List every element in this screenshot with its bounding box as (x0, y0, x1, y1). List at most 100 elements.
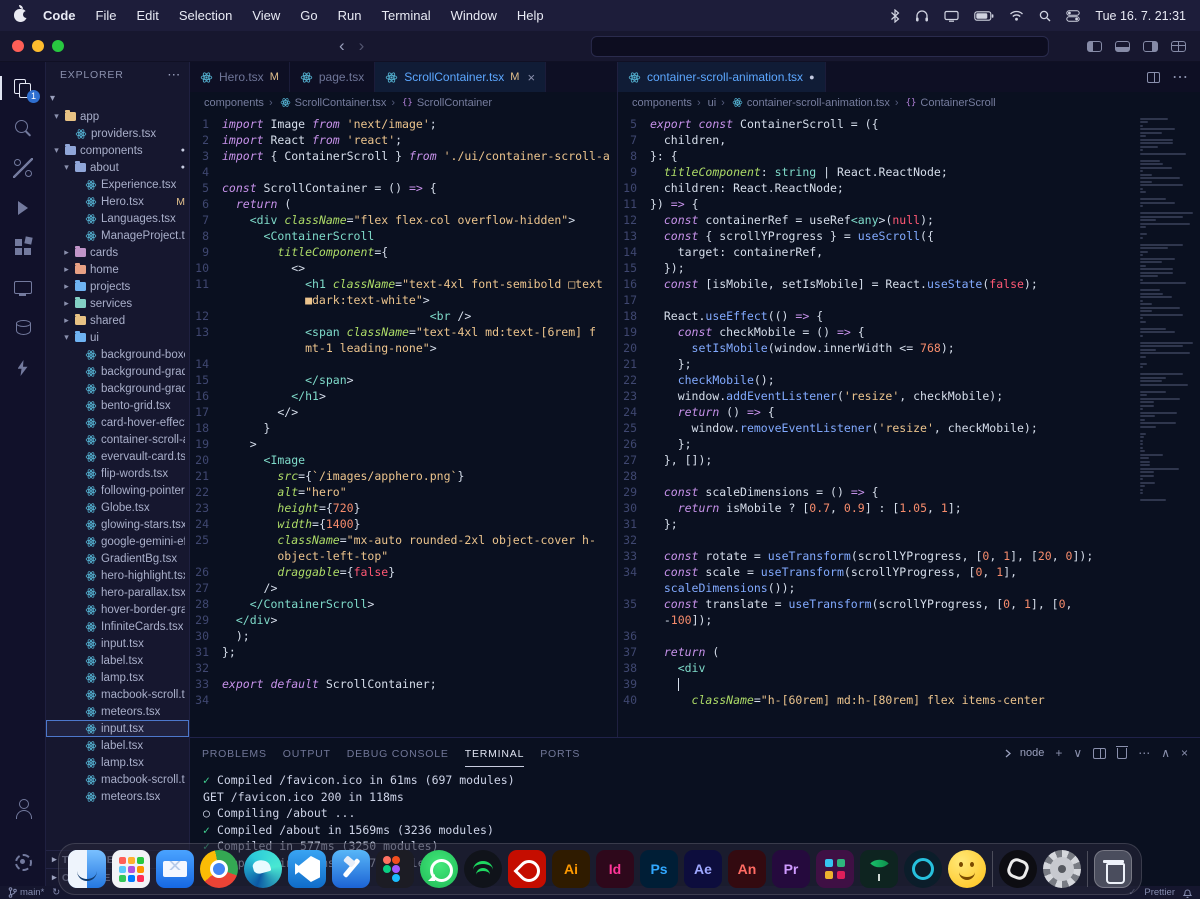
file-flip-words.tsx[interactable]: flip-words.tsx (46, 465, 189, 482)
trash-icon[interactable] (1094, 850, 1132, 888)
menu-run[interactable]: Run (328, 0, 372, 31)
editor-left[interactable]: 1 import Image from 'next/image'; 2 impo… (190, 113, 617, 737)
customize-layout-icon[interactable] (1171, 41, 1186, 52)
new-terminal-icon[interactable]: + (1055, 746, 1062, 760)
file-meteors.tsx[interactable]: meteors.tsx (46, 788, 189, 805)
file-providers.tsx[interactable]: providers.tsx (46, 125, 189, 142)
toggle-panel-icon[interactable] (1115, 41, 1130, 52)
explorer-icon[interactable]: 1 (0, 68, 45, 108)
spotify-icon[interactable] (464, 850, 502, 888)
file-card-hover-effect...[interactable]: card-hover-effect... (46, 414, 189, 431)
settings-icon[interactable] (1043, 850, 1081, 888)
animate-icon[interactable]: An (728, 850, 766, 888)
editor-right[interactable]: 5 export const ContainerScroll = ({ 7 ch… (618, 113, 1200, 737)
mail-icon[interactable] (156, 850, 194, 888)
xcode-icon[interactable] (332, 850, 370, 888)
menu-file[interactable]: File (86, 0, 127, 31)
zoom-window-button[interactable] (52, 40, 64, 52)
after-effects-icon[interactable]: Ae (684, 850, 722, 888)
file-meteors.tsx[interactable]: meteors.tsx (46, 703, 189, 720)
file-hero-parallax.tsx[interactable]: hero-parallax.tsx (46, 584, 189, 601)
file-macbook-scroll.tsx[interactable]: macbook-scroll.tsx (46, 771, 189, 788)
sync-changes-icon[interactable]: ↻ (52, 887, 60, 898)
menu-code[interactable]: Code (33, 0, 86, 31)
tab-Hero.tsx[interactable]: Hero.tsx M (190, 62, 290, 92)
toggle-primary-sidebar-icon[interactable] (1087, 41, 1102, 52)
menu-clock[interactable]: Tue 16. 7. 21:31 (1095, 9, 1186, 23)
folder-cards[interactable]: ▸ cards (46, 244, 189, 261)
formatter-status[interactable]: Prettier (1144, 887, 1175, 898)
folder-components[interactable]: ▾ components ● (46, 142, 189, 159)
file-Hero.tsx[interactable]: Hero.tsx M (46, 193, 189, 210)
project-section-header[interactable]: ▾ (46, 88, 189, 108)
tab-page.tsx[interactable]: page.tsx (290, 62, 375, 92)
headphones-icon[interactable] (915, 9, 929, 22)
indesign-icon[interactable]: Id (596, 850, 634, 888)
close-panel-icon[interactable]: × (1181, 746, 1188, 760)
folder-projects[interactable]: ▸ projects (46, 278, 189, 295)
bluetooth-icon[interactable] (890, 9, 900, 23)
split-terminal-icon[interactable] (1093, 748, 1106, 759)
file-label.tsx[interactable]: label.tsx (46, 737, 189, 754)
split-editor-icon[interactable] (1147, 72, 1160, 83)
toggle-secondary-sidebar-icon[interactable] (1143, 41, 1158, 52)
display-mirroring-icon[interactable] (944, 10, 959, 22)
folder-shared[interactable]: ▸ shared (46, 312, 189, 329)
git-branch-item[interactable]: main* (8, 887, 44, 898)
file-lamp.tsx[interactable]: lamp.tsx (46, 754, 189, 771)
file-input.tsx[interactable]: input.tsx (46, 635, 189, 652)
forward-button[interactable]: › (352, 32, 372, 60)
folder-ui[interactable]: ▾ ui (46, 329, 189, 346)
notifications-bell-icon[interactable] (1183, 888, 1192, 898)
terminal-shell-label[interactable]: node (1005, 747, 1044, 759)
docker-icon[interactable] (904, 850, 942, 888)
menu-edit[interactable]: Edit (126, 0, 168, 31)
menu-view[interactable]: View (242, 0, 290, 31)
premiere-icon[interactable]: Pr (772, 850, 810, 888)
mongodb-icon[interactable] (860, 850, 898, 888)
spotlight-search-icon[interactable] (1039, 10, 1051, 22)
settings-icon[interactable] (0, 842, 45, 882)
panel-more-actions-icon[interactable]: ⋯ (1138, 746, 1150, 760)
photoshop-icon[interactable]: Ps (640, 850, 678, 888)
minimap[interactable] (1136, 116, 1198, 731)
folder-home[interactable]: ▸ home (46, 261, 189, 278)
folder-app[interactable]: ▾ app (46, 108, 189, 125)
breadcrumb-segment[interactable]: components (632, 97, 692, 109)
finder-icon[interactable] (68, 850, 106, 888)
file-Experience.tsx[interactable]: Experience.tsx (46, 176, 189, 193)
menu-window[interactable]: Window (441, 0, 507, 31)
file-glowing-stars.tsx[interactable]: glowing-stars.tsx (46, 516, 189, 533)
breadcrumb-segment[interactable]: › ui (694, 97, 716, 109)
file-macbook-scroll.tsx[interactable]: macbook-scroll.tsx (46, 686, 189, 703)
wifi-icon[interactable] (1009, 10, 1024, 21)
edge-icon[interactable] (244, 850, 282, 888)
battery-icon[interactable] (974, 11, 994, 21)
whatsapp-icon[interactable] (420, 850, 458, 888)
menu-selection[interactable]: Selection (169, 0, 242, 31)
file-following-pointer.tsx[interactable]: following-pointer.tsx (46, 482, 189, 499)
breadcrumb-segment[interactable]: › ScrollContainer.tsx (266, 97, 386, 109)
tab-ScrollContainer.tsx[interactable]: ScrollContainer.tsx M × (375, 62, 546, 92)
breadcrumb-segment[interactable]: › {} ScrollContainer (388, 97, 492, 109)
apple-menu-icon[interactable] (14, 9, 27, 22)
vscode-icon[interactable] (288, 850, 326, 888)
control-center-icon[interactable] (1066, 10, 1080, 22)
breadcrumb-segment[interactable]: › container-scroll-animation.tsx (718, 97, 890, 109)
slack-icon[interactable] (816, 850, 854, 888)
file-GradientBg.tsx[interactable]: GradientBg.tsx (46, 550, 189, 567)
terminal-dropdown-icon[interactable]: ∨ (1073, 746, 1082, 760)
file-lamp.tsx[interactable]: lamp.tsx (46, 669, 189, 686)
tab-close-icon[interactable]: × (527, 70, 535, 85)
file-ManageProject.tsx[interactable]: ManageProject.tsx (46, 227, 189, 244)
menu-terminal[interactable]: Terminal (372, 0, 441, 31)
accounts-icon[interactable] (0, 788, 45, 828)
minimize-window-button[interactable] (32, 40, 44, 52)
kill-terminal-icon[interactable] (1117, 748, 1127, 759)
close-window-button[interactable] (12, 40, 24, 52)
file-google-gemini-eff...[interactable]: google-gemini-eff... (46, 533, 189, 550)
file-label.tsx[interactable]: label.tsx (46, 652, 189, 669)
explorer-more-actions[interactable]: ⋯ (167, 67, 181, 83)
chrome-icon[interactable] (200, 850, 238, 888)
source-control-icon[interactable] (0, 148, 45, 188)
